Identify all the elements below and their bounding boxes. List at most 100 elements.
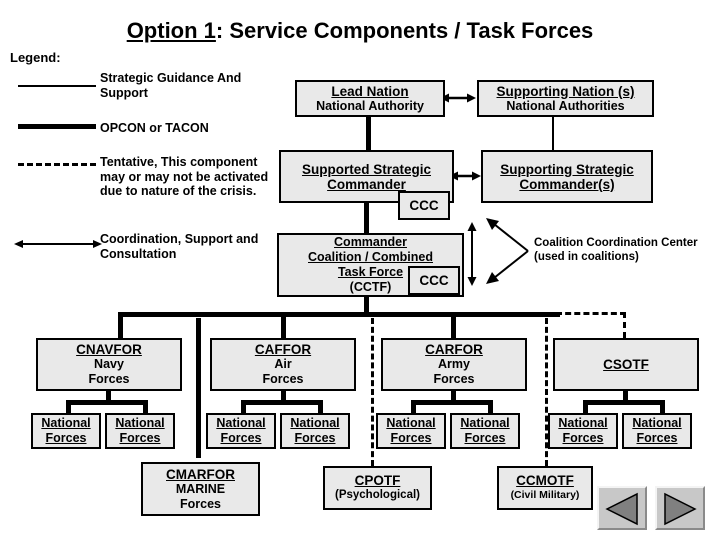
legend-swatch-thick-line (18, 124, 96, 129)
component-bus-bar-dashed-extension (556, 312, 626, 315)
node-title-line-1: National (386, 416, 436, 430)
node-subtitle-1: Air (274, 357, 292, 371)
legend-label-line-4: the crisis. (197, 184, 257, 198)
connector-supporting-nation-to-supporting-strategic (552, 117, 554, 150)
node-ccc-upper[interactable]: CCC (398, 191, 450, 220)
node-national-forces[interactable]: National Forces (450, 413, 520, 449)
node-national-forces[interactable]: National Forces (105, 413, 175, 449)
node-title-line-1: National (558, 416, 608, 430)
node-national-forces[interactable]: National Forces (376, 413, 446, 449)
node-title: CCC (419, 273, 449, 288)
connector-cnavfor-bar (66, 400, 148, 405)
node-title-line-2: Forces (220, 431, 262, 445)
node-title-line-2: Forces (562, 431, 604, 445)
legend-heading: Legend: (10, 50, 61, 65)
node-title-line-2: Forces (390, 431, 432, 445)
connector-caffor-bar (241, 400, 323, 405)
node-subtitle: (Civil Military) (510, 489, 580, 501)
node-title-line-2: Commander(s) (519, 176, 615, 192)
node-title: CAFFOR (254, 342, 312, 357)
node-cmarfor[interactable]: CMARFOR MARINE Forces (141, 462, 260, 516)
node-ccc-lower[interactable]: CCC (408, 266, 460, 295)
node-title: CCC (409, 198, 439, 213)
node-supporting-strategic-commander[interactable]: Supporting Strategic Commander(s) (481, 150, 653, 203)
node-title-line-1: National (216, 416, 266, 430)
connector-cnavfor-to-nf-right (143, 400, 148, 414)
legend-label-tentative: Tentative, This component may or may not… (100, 155, 282, 199)
node-title-line-2: Forces (464, 431, 506, 445)
connector-caffor-to-nf-left (241, 400, 246, 414)
node-subtitle-2: Forces (180, 496, 221, 511)
node-title: CARFOR (425, 342, 483, 357)
next-button[interactable] (655, 486, 705, 530)
connector-csotf-to-nf-left (583, 400, 588, 414)
node-title-line-2: Coalition / Combined (308, 250, 433, 264)
node-subtitle: National Authorities (506, 98, 625, 113)
separator-caffor-carfor (371, 318, 374, 466)
node-lead-nation[interactable]: Lead Nation National Authority (295, 80, 445, 117)
node-national-forces[interactable]: National Forces (548, 413, 618, 449)
connector-supported-strategic-to-cctf (364, 203, 369, 233)
node-cpotf[interactable]: CPOTF (Psychological) (323, 466, 432, 510)
triangle-left-icon (605, 492, 638, 526)
node-title-line-2: Forces (294, 431, 336, 445)
legend-label-strategic-guidance: Strategic Guidance And Support (100, 71, 285, 100)
title-rest-label: : Service Components / Task Forces (215, 18, 594, 43)
prev-button[interactable] (597, 486, 647, 530)
legend-label-coordination: Coordination, Support and Consultation (100, 232, 290, 261)
ccc-callout-note: Coalition Coordination Center (used in c… (534, 237, 714, 264)
connector-lead-to-supporting-nation (440, 93, 476, 103)
node-title-line-1: National (460, 416, 510, 430)
node-subtitle: National Authority (316, 98, 424, 113)
connector-lead-to-supported-strategic (366, 117, 371, 150)
node-national-forces[interactable]: National Forces (280, 413, 350, 449)
connector-carfor-to-nf-right (488, 400, 493, 414)
node-title-line-1: National (290, 416, 340, 430)
node-supporting-nation[interactable]: Supporting Nation (s) National Authoriti… (477, 80, 654, 117)
node-title-line-1: National (115, 416, 165, 430)
node-caffor[interactable]: CAFFOR Air Forces (210, 338, 356, 391)
node-national-forces[interactable]: National Forces (206, 413, 276, 449)
page-title: Option 1: Service Components / Task Forc… (0, 18, 720, 44)
legend-label-line-1: Tentative, This component (100, 155, 258, 169)
node-ccmotf[interactable]: CCMOTF (Civil Military) (497, 466, 593, 510)
node-carfor[interactable]: CARFOR Army Forces (381, 338, 527, 391)
node-title-line-1: National (632, 416, 682, 430)
connector-carfor-bar (411, 400, 493, 405)
ccc-span-arrow (467, 222, 477, 286)
node-national-forces[interactable]: National Forces (31, 413, 101, 449)
node-title: CNAVFOR (76, 342, 142, 357)
note-line-3: coalitions) (581, 250, 639, 263)
connector-bus-to-csotf (623, 312, 626, 338)
triangle-right-icon (664, 492, 697, 526)
node-title: CMARFOR (166, 466, 235, 482)
node-title: Supporting Nation (s) (496, 83, 635, 99)
node-title-line-1: Supporting Strategic (500, 161, 634, 177)
connector-carfor-to-nf-left (411, 400, 416, 414)
node-title-line-1: Commander (334, 235, 407, 249)
legend-label-line-1: Coordination, Support (100, 232, 233, 246)
node-title-line-2: Forces (45, 431, 87, 445)
node-title-line-1: National (41, 416, 91, 430)
node-title-line-1: Supported Strategic (301, 161, 431, 177)
legend-label-opcon-tacon: OPCON or TACON (100, 121, 209, 135)
separator-cnavfor-caffor (196, 318, 201, 458)
node-subtitle-1: MARINE (175, 481, 226, 496)
node-cnavfor[interactable]: CNAVFOR Navy Forces (36, 338, 182, 391)
legend-label-line-1: Strategic Guidance (100, 71, 214, 85)
component-bus-bar (118, 312, 560, 317)
legend-swatch-double-arrow (14, 240, 102, 248)
node-subtitle: (Psychological) (335, 489, 420, 501)
node-title: CPOTF (354, 473, 401, 488)
connector-csotf-bar (583, 400, 665, 405)
connector-csotf-to-nf-right (660, 400, 665, 414)
slide-canvas: Option 1: Service Components / Task Forc… (0, 0, 720, 540)
node-national-forces[interactable]: National Forces (622, 413, 692, 449)
connector-bus-to-caffor (281, 312, 286, 338)
node-csotf[interactable]: CSOTF (553, 338, 699, 391)
node-title-line-2: Commander (327, 176, 406, 192)
connector-caffor-to-nf-right (318, 400, 323, 414)
connector-bus-to-cnavfor (118, 312, 123, 338)
connector-cnavfor-to-nf-left (66, 400, 71, 414)
connector-bus-to-carfor (451, 312, 456, 338)
